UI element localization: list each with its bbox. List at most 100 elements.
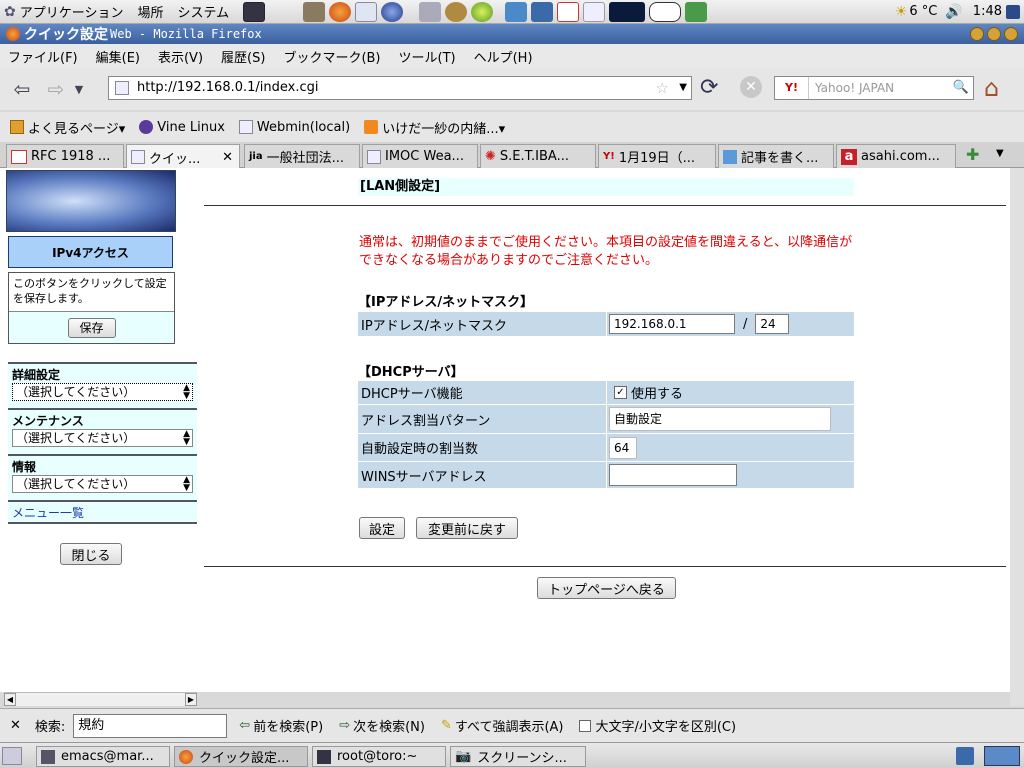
url-dropdown-icon[interactable]: ▼ <box>679 77 687 99</box>
close-button[interactable]: 閉じる <box>60 543 122 565</box>
acorn-launcher-icon[interactable] <box>445 1 468 22</box>
task-emacs[interactable]: emacs@mar... <box>36 746 170 767</box>
url-bar[interactable]: http://192.168.0.1/index.cgi ☆ ▼ <box>108 76 692 100</box>
places-menu[interactable]: 場所 <box>137 2 163 21</box>
workspace-switcher[interactable] <box>984 746 1020 766</box>
terminal-launcher-icon[interactable] <box>243 1 266 22</box>
network-launcher-icon[interactable] <box>505 1 528 22</box>
reload-icon[interactable]: ⟳ <box>700 76 718 100</box>
ipv4-access-button[interactable]: IPv4アクセス <box>8 236 173 268</box>
system-menu[interactable]: システム <box>178 2 230 21</box>
back-to-top-button[interactable]: トップページへ戻る <box>537 577 676 599</box>
menu-file[interactable]: ファイル(F) <box>8 47 78 66</box>
temperature-readout[interactable]: 6 °C <box>909 4 937 19</box>
assign-count-label: 自動設定時の割当数 <box>358 434 606 461</box>
task-terminal[interactable]: root@toro:~ <box>312 746 446 767</box>
find-previous-button[interactable]: ⇦ 前を検索(P) <box>239 716 323 735</box>
tab-seti[interactable]: ✺ S.E.T.IBA... <box>480 144 596 168</box>
menu-view[interactable]: 表示(V) <box>158 47 203 66</box>
window-menu-icon[interactable] <box>6 27 20 41</box>
window-title-bar[interactable]: クイック設定 Web - Mozilla Firefox <box>0 24 1024 44</box>
screenshot-launcher-icon[interactable] <box>685 1 708 22</box>
gimp-launcher-icon[interactable] <box>303 1 326 22</box>
router-banner-image <box>6 170 176 232</box>
bookmark-most-visited[interactable]: よく見るページ▾ <box>10 118 125 137</box>
set-button[interactable]: 設定 <box>359 517 405 539</box>
page-vertical-scrollbar[interactable] <box>1010 168 1024 706</box>
search-magnifier-icon[interactable]: 🔍 <box>953 77 969 99</box>
maintenance-select[interactable]: （選択してください） ▲ ▼ <box>12 429 193 447</box>
mplayer-launcher-icon[interactable] <box>355 1 378 22</box>
bookmark-ikeda-feed[interactable]: いけだ一紗の内緒...▾ <box>364 118 505 137</box>
chart-launcher-icon[interactable] <box>531 1 554 22</box>
jia-icon: jia <box>249 151 263 162</box>
firefox-launcher-icon[interactable] <box>329 1 352 22</box>
home-icon[interactable]: ⌂ <box>984 74 999 102</box>
bookmark-vine-linux[interactable]: Vine Linux <box>139 120 225 135</box>
history-dropdown-icon[interactable]: ▼ <box>70 75 88 103</box>
globe-launcher-icon[interactable] <box>381 1 404 22</box>
assign-count-field[interactable]: 64 <box>609 436 637 459</box>
close-findbar-icon[interactable]: ✕ <box>10 718 21 733</box>
tools-launcher-icon[interactable] <box>419 1 442 22</box>
info-select[interactable]: （選択してください） ▲ ▼ <box>12 475 193 493</box>
dhcp-enable-label[interactable]: 使用する <box>631 383 683 402</box>
netmask-input[interactable]: 24 <box>755 314 790 334</box>
scroll-left-icon[interactable]: ◀ <box>4 693 16 706</box>
new-tab-icon[interactable]: ✚ <box>966 145 979 164</box>
bookmark-webmin[interactable]: Webmin(local) <box>238 120 350 135</box>
tab-quick-setup[interactable]: クイッ... ✕ <box>126 144 240 169</box>
back-arrow-icon[interactable]: ⇦ <box>8 75 36 103</box>
lime-launcher-icon[interactable] <box>471 1 494 22</box>
menu-list-link[interactable]: メニュー一覧 <box>12 504 84 521</box>
menu-edit[interactable]: 編集(E) <box>96 47 140 66</box>
minimize-button[interactable] <box>970 27 984 41</box>
ip-address-input[interactable]: 192.168.0.1 <box>609 314 735 334</box>
menu-history[interactable]: 履歴(S) <box>221 47 265 66</box>
tab-list-icon[interactable]: ▼ <box>996 148 1004 159</box>
power-icon[interactable] <box>1006 4 1020 19</box>
tab-blog-post[interactable]: 記事を書く... <box>718 144 834 168</box>
gnome-foot-icon[interactable]: ✿ <box>4 4 16 20</box>
menu-bookmarks[interactable]: ブックマーク(B) <box>283 47 380 66</box>
tab-yahoo-news[interactable]: Y! 1月19日（... <box>598 144 716 168</box>
find-next-button[interactable]: ⇨ 次を検索(N) <box>339 716 425 735</box>
tab-rfc1918[interactable]: RFC 1918 ... <box>6 144 124 168</box>
task-firefox[interactable]: クイック設定... <box>174 746 308 767</box>
clock[interactable]: 1:48 <box>973 4 1002 19</box>
close-window-button[interactable] <box>1004 27 1018 41</box>
match-case-checkbox[interactable]: 大文字/小文字を区別(C) <box>579 716 736 735</box>
scroll-right-icon[interactable]: ▶ <box>185 693 197 706</box>
window-title-main: クイック設定 <box>24 27 108 43</box>
highlight-all-button[interactable]: ✎ すべて強調表示(A) <box>441 716 564 735</box>
applications-menu[interactable]: アプリケーション <box>20 2 124 21</box>
forward-arrow-icon[interactable]: ⇨ <box>42 75 70 103</box>
show-desktop-icon[interactable] <box>2 747 22 765</box>
dhcp-enable-checkbox[interactable]: ✓ <box>614 386 627 399</box>
search-bar[interactable]: Y! Yahoo! JAPAN 🔍 <box>774 76 974 100</box>
task-screenshot[interactable]: 📷 スクリーンシ... <box>450 746 586 767</box>
save-button[interactable]: 保存 <box>67 317 116 338</box>
tab-asahi[interactable]: a asahi.com... <box>836 144 956 168</box>
menu-help[interactable]: ヘルプ(H) <box>474 47 533 66</box>
advanced-settings-select[interactable]: （選択してください） ▲ ▼ <box>12 383 193 401</box>
site-identity-icon[interactable] <box>115 81 129 95</box>
find-input[interactable]: 規約 <box>73 713 228 738</box>
maximize-button[interactable] <box>987 27 1001 41</box>
menu-tools[interactable]: ツール(T) <box>399 47 456 66</box>
search-input[interactable]: Yahoo! JAPAN <box>809 77 953 99</box>
search-engine-icon[interactable]: Y! <box>775 77 809 99</box>
stop-icon[interactable]: ✕ <box>740 76 762 98</box>
pdf-launcher-icon[interactable] <box>557 1 580 22</box>
tab-jia[interactable]: jia 一般社団法... <box>244 144 360 168</box>
revert-button[interactable]: 変更前に戻す <box>416 517 518 539</box>
bookmark-star-icon[interactable]: ☆ <box>656 77 669 99</box>
close-tab-icon[interactable]: ✕ <box>222 150 233 165</box>
volume-icon[interactable]: 🔊 <box>945 4 962 20</box>
assign-pattern-field[interactable]: 自動設定 <box>609 407 831 431</box>
wins-address-input[interactable] <box>609 464 737 486</box>
tab-imoc[interactable]: IMOC Wea... <box>362 144 478 168</box>
document-launcher-icon[interactable] <box>583 1 606 22</box>
sidebar-horizontal-scrollbar[interactable]: ◀ ▶ <box>4 692 197 706</box>
trash-icon[interactable] <box>956 747 974 765</box>
